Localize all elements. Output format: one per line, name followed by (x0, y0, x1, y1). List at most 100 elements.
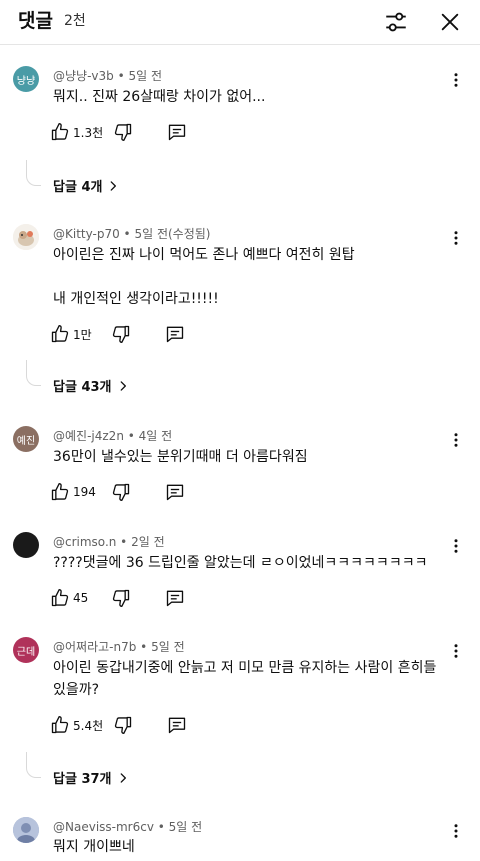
close-button[interactable] (434, 6, 466, 38)
comment-icon (165, 482, 185, 502)
dislike-button[interactable] (111, 588, 131, 608)
like-button[interactable]: 1만 (50, 324, 101, 344)
comment-meta: @Naeviss-mr6cv • 5일 전 (53, 818, 202, 835)
close-icon (441, 13, 459, 31)
meta-separator: • (116, 535, 132, 549)
thumbs-up-icon (50, 324, 70, 344)
avatar-initials: 냥냥 (16, 75, 36, 87)
view-replies-button[interactable]: 답글 43개 (53, 376, 130, 395)
reply-button[interactable] (167, 715, 187, 735)
comment-icon (165, 588, 185, 608)
comment-actions: 1.3천 (50, 119, 187, 145)
replies-label: 답글 43개 (53, 380, 112, 395)
avatar[interactable]: 예진 (13, 426, 39, 452)
chevron-right-icon (116, 379, 130, 393)
cat-avatar-icon (13, 224, 39, 250)
like-button[interactable]: 194 (50, 482, 101, 502)
photo-avatar-icon (13, 817, 39, 843)
comment-author[interactable]: @Naeviss-mr6cv (53, 820, 154, 834)
view-replies-button[interactable]: 답글 37개 (53, 768, 130, 787)
avatar[interactable] (13, 224, 39, 250)
thumbs-up-icon (50, 588, 70, 608)
meta-separator: • (113, 69, 129, 83)
comment-count: 2천 (64, 13, 86, 29)
chevron-right-icon (116, 771, 130, 785)
like-button[interactable]: 5.4천 (50, 715, 103, 735)
comment-text: 뭐지 개이쁘네 (53, 839, 135, 855)
comment-meta: @Kitty-p70 • 5일 전(수정됨) (53, 225, 210, 242)
more-vertical-icon (447, 642, 465, 660)
thread-line (26, 752, 41, 778)
comment-time: 5일 전 (128, 69, 163, 83)
avatar[interactable] (13, 532, 39, 558)
view-replies-button[interactable]: 답글 4개 (53, 176, 120, 195)
dislike-button[interactable] (111, 324, 131, 344)
comment-text-line-1: 아이린은 진짜 나이 먹어도 존나 예쁘다 여전히 원탑 (53, 247, 355, 263)
comment-actions: 45 (50, 585, 185, 611)
comment-icon (167, 715, 187, 735)
thread-line (26, 160, 41, 186)
comment-text: ????댓글에 36 드립인줄 알았는데 ㄹㅇ이었네ㅋㅋㅋㅋㅋㅋㅋㅋ (53, 555, 428, 571)
comment-text-line-2: 있을까? (53, 682, 100, 698)
comment-author[interactable]: @어쩌라고-n7b (53, 640, 136, 654)
thumbs-down-icon (111, 588, 131, 608)
reply-button[interactable] (167, 122, 187, 142)
filter-button[interactable] (380, 6, 412, 38)
avatar[interactable]: 근데 (13, 637, 39, 663)
comment-author[interactable]: @Kitty-p70 (53, 227, 120, 241)
thumbs-down-icon (113, 715, 133, 735)
avatar[interactable] (13, 817, 39, 843)
comment-actions: 1만 (50, 321, 185, 347)
comment-author[interactable]: @crimso.n (53, 535, 116, 549)
comment-meta: @어쩌라고-n7b • 5일 전 (53, 638, 185, 655)
comment-author[interactable]: @냥냥-v3b (53, 69, 114, 83)
comment-author[interactable]: @예진-j4z2n (53, 429, 124, 443)
dislike-button[interactable] (113, 122, 133, 142)
comment-time: 5일 전 (168, 820, 203, 834)
thumbs-up-icon (50, 122, 70, 142)
comment-meta: @냥냥-v3b • 5일 전 (53, 67, 162, 84)
comment-text: 36만이 낼수있는 분위기때매 더 아름다워짐 (53, 449, 308, 465)
page-title: 댓글 (18, 10, 53, 32)
thumbs-down-icon (111, 324, 131, 344)
like-button[interactable]: 45 (50, 588, 101, 608)
dislike-button[interactable] (111, 482, 131, 502)
comment-actions: 194 (50, 479, 185, 505)
comment-time: 5일 전(수정됨) (134, 227, 211, 241)
like-count: 1만 (73, 327, 92, 342)
comment-time: 5일 전 (151, 640, 185, 654)
dislike-button[interactable] (113, 715, 133, 735)
comment-icon (167, 122, 187, 142)
reply-button[interactable] (165, 482, 185, 502)
avatar[interactable]: 냥냥 (13, 66, 39, 92)
thumbs-down-icon (113, 122, 133, 142)
like-count: 194 (73, 485, 96, 499)
avatar-initials: 예진 (16, 435, 36, 447)
chevron-right-icon (106, 179, 120, 193)
like-count: 45 (73, 591, 89, 605)
comment-icon (165, 324, 185, 344)
comment-time: 4일 전 (138, 429, 173, 443)
reply-button[interactable] (165, 588, 185, 608)
like-button[interactable]: 1.3천 (50, 122, 103, 142)
reply-button[interactable] (165, 324, 185, 344)
like-count: 1.3천 (73, 125, 104, 140)
thumbs-up-icon (50, 482, 70, 502)
meta-separator: • (119, 227, 135, 241)
comments-header: 댓글 2천 (0, 0, 480, 45)
meta-separator: • (123, 429, 139, 443)
comment-meta: @crimso.n • 2일 전 (53, 533, 165, 550)
avatar-initials: 근데 (16, 646, 36, 658)
replies-label: 답글 4개 (53, 180, 103, 195)
meta-separator: • (153, 820, 169, 834)
comment-text-line-1: 아이린 동갑내기중에 안늙고 저 미모 만큼 유지하는 사람이 흔히들 (53, 660, 437, 676)
comment-actions: 5.4천 (50, 712, 187, 738)
like-count: 5.4천 (73, 718, 104, 733)
comment-text-line-2: 내 개인적인 생각이라고!!!!! (53, 291, 219, 307)
comment-text: 뭐지.. 진짜 26살때랑 차이가 없어... (53, 89, 266, 105)
thumbs-up-icon (50, 715, 70, 735)
meta-separator: • (136, 640, 152, 654)
comment-time: 2일 전 (131, 535, 165, 549)
comment-menu-button[interactable] (446, 639, 466, 663)
thread-line (26, 360, 41, 386)
